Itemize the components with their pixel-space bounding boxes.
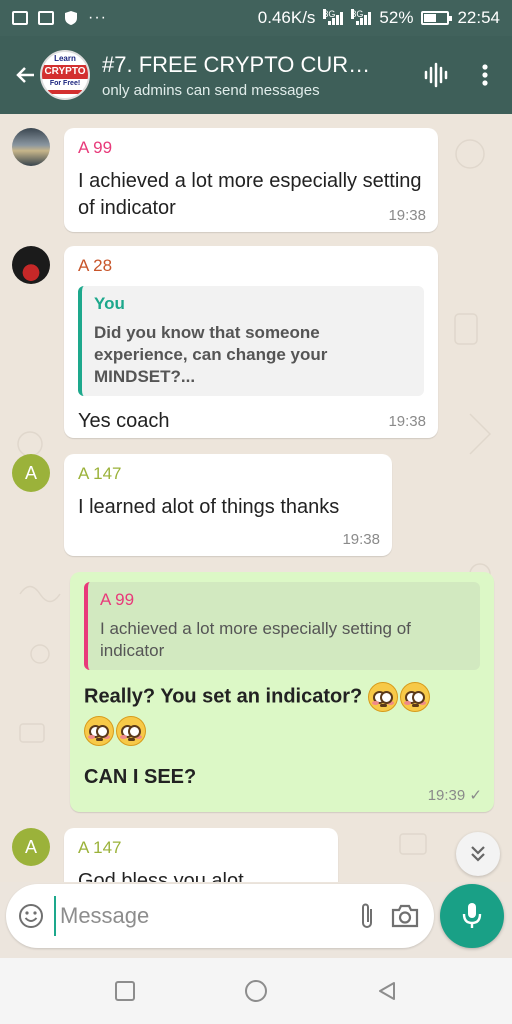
battery-percent: 52%	[379, 8, 414, 27]
quote-sender: You	[94, 294, 125, 313]
message-input[interactable]	[54, 896, 348, 936]
status-bar: ··· 0.46K/s 3G 3G 52% 22:54	[0, 0, 512, 36]
message-time: 19:38	[388, 413, 426, 430]
message-text-line: Really? You set an indicator?	[84, 682, 480, 712]
message-notification-icon	[12, 11, 28, 25]
shield-icon	[65, 11, 77, 25]
message-time: 19:38	[342, 531, 380, 548]
mic-icon[interactable]	[440, 884, 504, 948]
clock: 22:54	[457, 8, 500, 27]
message-text: Yes coach	[78, 410, 170, 432]
flushed-face-emoji	[399, 682, 430, 712]
recent-apps-icon[interactable]	[105, 971, 145, 1011]
voice-wave-icon[interactable]	[416, 55, 456, 95]
group-title: #7. FREE CRYPTO CURRENCY TRADING	[102, 51, 374, 77]
signal-sim2-icon: 3G	[351, 9, 372, 25]
quote-text: Did you know that someone experience, ca…	[94, 323, 328, 386]
quote-text: I achieved a lot more especially setting…	[100, 619, 411, 660]
more-notifications: ···	[88, 9, 107, 26]
sender-avatar[interactable]	[12, 246, 50, 284]
chat-area[interactable]: A 99 I achieved a lot more especially se…	[0, 114, 512, 882]
quoted-message[interactable]: A 99 I achieved a lot more especially se…	[84, 582, 480, 670]
more-vertical-icon[interactable]	[470, 55, 500, 95]
group-subtitle: only admins can send messages	[102, 81, 320, 99]
emoji-icon[interactable]	[18, 896, 44, 936]
system-nav-bar	[0, 958, 512, 1024]
message-bubble[interactable]: A 28 You Did you know that someone exper…	[64, 246, 438, 438]
emoji-line	[84, 716, 480, 746]
battery-icon	[421, 11, 453, 25]
message-text: I achieved a lot more especially setting…	[78, 170, 422, 219]
sender-name[interactable]: A 28	[78, 256, 424, 276]
message-time: 19:39 ✓	[427, 787, 482, 804]
message-time: 19:38	[388, 207, 426, 224]
sent-check-icon: ✓	[469, 787, 482, 804]
message-bubble-outgoing[interactable]: A 99 I achieved a lot more especially se…	[70, 572, 494, 812]
sender-name[interactable]: A 147	[78, 838, 324, 858]
group-avatar[interactable]: Learn CRYPTO For Free!	[40, 50, 90, 100]
chat-header: Learn CRYPTO For Free! #7. FREE CRYPTO C…	[0, 36, 512, 114]
sender-avatar[interactable]: A	[12, 454, 50, 492]
camera-icon[interactable]	[390, 896, 420, 936]
image-notification-icon	[38, 11, 54, 25]
sender-name[interactable]: A 147	[78, 464, 378, 484]
message-bubble[interactable]: A 99 I achieved a lot more especially se…	[64, 128, 438, 232]
sender-name[interactable]: A 99	[78, 138, 424, 158]
sender-avatar[interactable]	[12, 128, 50, 166]
message-bubble[interactable]: A 147 God bless you alot	[64, 828, 338, 882]
back-icon[interactable]	[367, 971, 407, 1011]
message-text-line: CAN I SEE?	[84, 766, 197, 788]
message-text: I learned alot of things thanks	[78, 496, 340, 518]
paperclip-icon[interactable]	[356, 896, 378, 936]
home-icon[interactable]	[236, 971, 276, 1011]
message-text: God bless you alot	[78, 870, 244, 882]
sender-avatar[interactable]: A	[12, 828, 50, 866]
signal-sim1-icon: 3G	[323, 9, 344, 25]
header-info[interactable]: #7. FREE CRYPTO CURRENCY TRADING only ad…	[102, 52, 416, 99]
quote-sender: A 99	[100, 590, 135, 609]
message-composer	[6, 884, 434, 948]
message-bubble[interactable]: A 147 I learned alot of things thanks 19…	[64, 454, 392, 556]
flushed-face-emoji	[116, 716, 146, 746]
flushed-face-emoji	[367, 682, 398, 712]
double-chevron-down-icon[interactable]	[456, 832, 500, 876]
flushed-face-emoji	[84, 716, 114, 746]
quoted-message[interactable]: You Did you know that someone experience…	[78, 286, 424, 396]
network-speed: 0.46K/s	[257, 8, 316, 27]
